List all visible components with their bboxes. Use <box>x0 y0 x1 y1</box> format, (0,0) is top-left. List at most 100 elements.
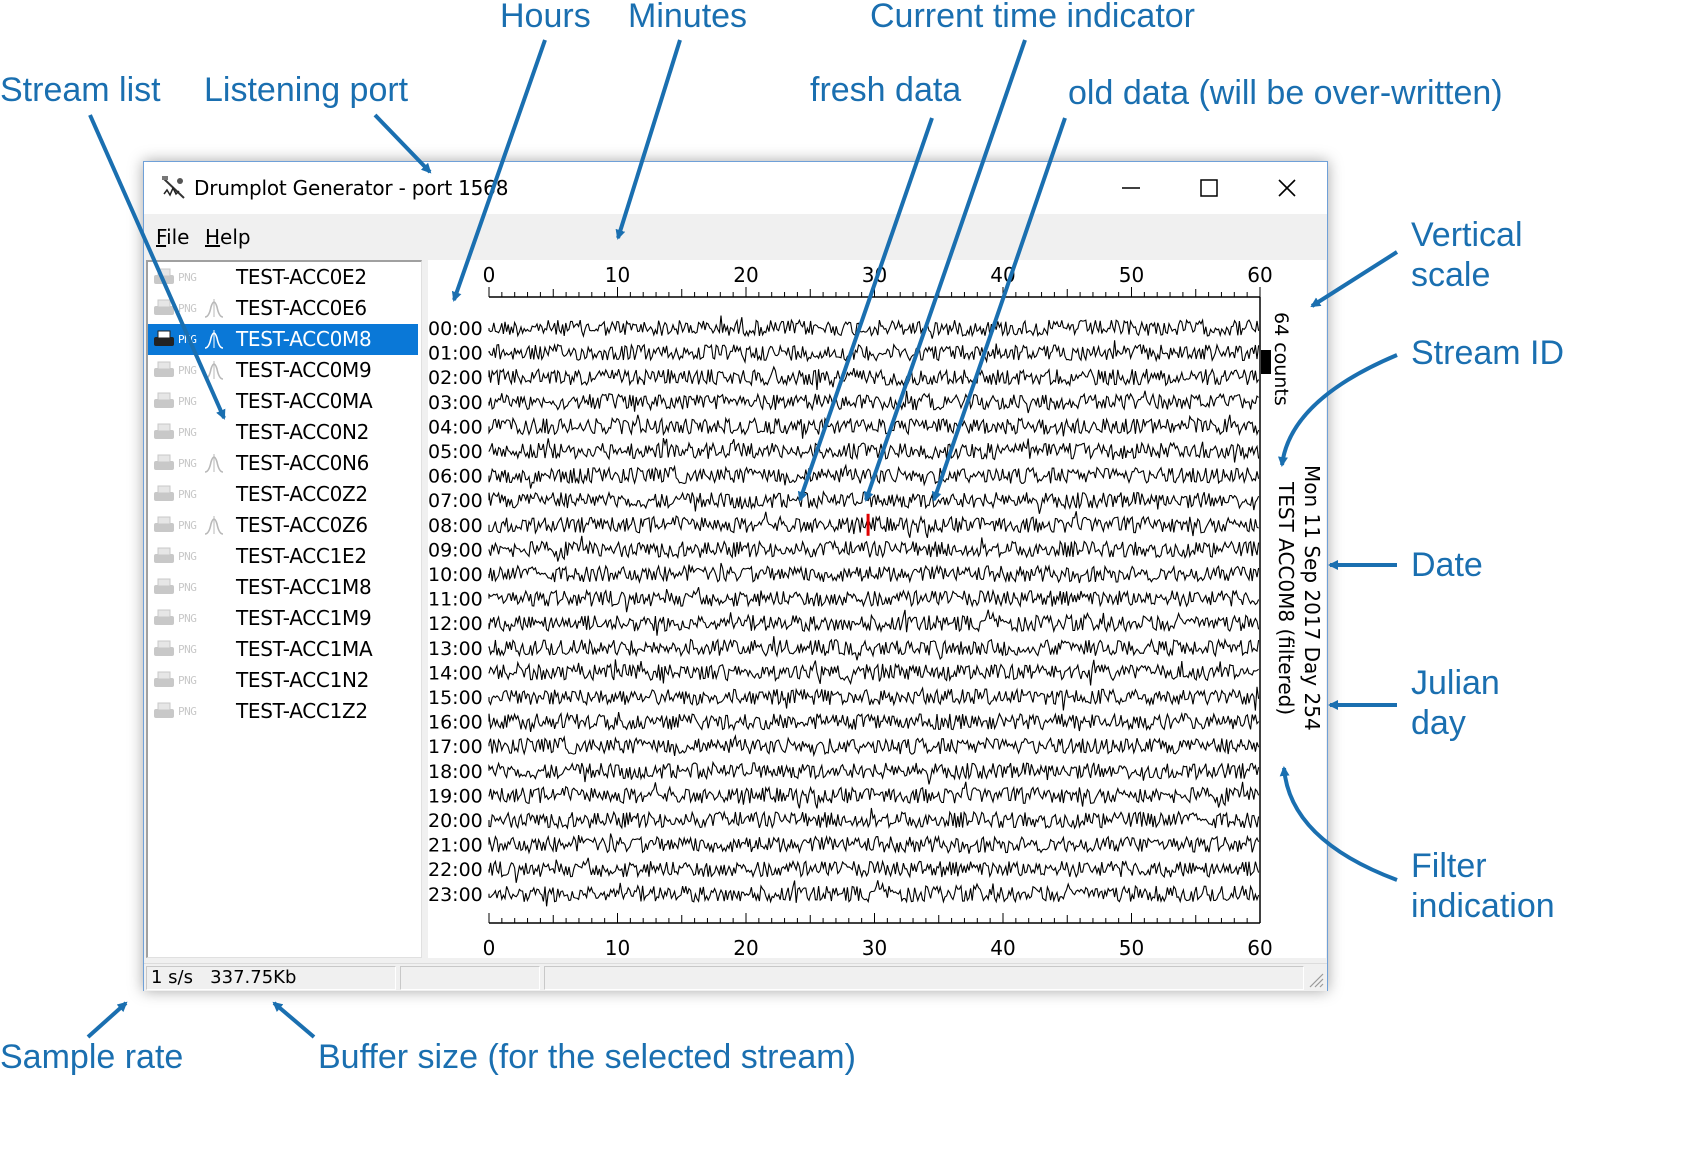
seismic-trace <box>488 857 1260 883</box>
stream-name: TEST-ACC0MA <box>236 389 373 413</box>
resize-grip-icon[interactable] <box>1306 970 1324 988</box>
stream-item[interactable]: PNG TEST-ACC0M8 <box>148 324 418 355</box>
minimize-icon <box>1122 187 1140 189</box>
window-title: Drumplot Generator - port 1568 <box>194 176 509 200</box>
stream-name: TEST-ACC0N6 <box>236 451 370 475</box>
arrow-sample-rate <box>86 1001 128 1039</box>
stream-list[interactable]: PNG TEST-ACC0E2 PNG TEST-ACC0E6 PNG TEST-ACC0… <box>146 260 422 958</box>
hour-label: 09:00 <box>428 539 483 561</box>
png-label: PNG <box>178 581 197 594</box>
hour-label: 21:00 <box>428 835 483 857</box>
drumplot-chart: 0 0 10 10 20 20 30 30 40 40 50 50 60 60 00:00 01:0002:0… <box>428 263 1324 958</box>
drumplot-app-icon <box>162 176 185 199</box>
stream-name: TEST-ACC1M8 <box>236 575 372 599</box>
menu-help[interactable]: Help <box>205 225 251 249</box>
stream-item[interactable]: PNG TEST-ACC1M8 <box>148 572 418 603</box>
png-label: PNG <box>178 612 197 625</box>
stream-item[interactable]: PNG TEST-ACC0M9 <box>148 355 418 386</box>
stream-id-label: TEST ACC0M8 (filtered) <box>1274 481 1298 715</box>
annotation-fresh-data: fresh data <box>810 71 962 109</box>
stream-item[interactable]: PNG TEST-ACC0N6 <box>148 448 418 479</box>
stream-item[interactable]: PNG TEST-ACC0Z6 <box>148 510 418 541</box>
hour-label: 20:00 <box>428 810 483 832</box>
stream-item[interactable]: PNG TEST-ACC0Z2 <box>148 479 418 510</box>
bottom-tick-label: 40 <box>990 936 1015 958</box>
png-label: PNG <box>178 674 197 687</box>
png-label: PNG <box>178 457 197 470</box>
png-label: PNG <box>178 643 197 656</box>
hour-label: 22:00 <box>428 859 483 881</box>
stream-name: TEST-ACC1M9 <box>236 606 372 630</box>
hour-label: 14:00 <box>428 662 483 684</box>
stream-name: TEST-ACC1Z2 <box>236 699 368 723</box>
maximize-button[interactable] <box>1170 162 1248 214</box>
seismic-trace <box>488 463 1260 489</box>
stream-item[interactable]: PNG TEST-ACC1Z2 <box>148 696 418 727</box>
seismic-trace <box>488 390 1259 414</box>
seismic-trace <box>488 609 1260 636</box>
top-tick-label: 40 <box>990 263 1015 287</box>
close-button[interactable] <box>1248 162 1326 214</box>
printer-icon <box>154 268 174 284</box>
annotation-stream-id: Stream ID <box>1411 334 1565 372</box>
seismic-trace <box>488 880 1260 907</box>
seismic-trace <box>488 511 1259 538</box>
menu-bar: File Help <box>144 214 1327 258</box>
png-label: PNG <box>178 705 197 718</box>
hour-label: 15:00 <box>428 687 483 709</box>
filter-icon <box>204 330 224 349</box>
close-icon <box>1278 179 1296 197</box>
printer-icon <box>154 609 174 625</box>
stream-name: TEST-ACC1N2 <box>236 668 370 692</box>
title-bar[interactable]: Drumplot Generator - port 1568 <box>144 162 1327 214</box>
printer-icon <box>154 578 174 594</box>
bottom-tick-label: 60 <box>1247 936 1272 958</box>
client-area: PNG TEST-ACC0E2 PNG TEST-ACC0E6 PNG TEST-ACC0… <box>144 258 1327 963</box>
stream-item[interactable]: PNG TEST-ACC1E2 <box>148 541 418 572</box>
seismic-trace <box>488 562 1260 584</box>
stream-name: TEST-ACC1E2 <box>236 544 367 568</box>
seismic-trace <box>488 686 1260 711</box>
printer-icon <box>154 392 174 408</box>
printer-icon <box>154 299 174 315</box>
stream-item[interactable]: PNG TEST-ACC0N2 <box>148 417 418 448</box>
seismic-trace <box>488 587 1260 613</box>
hour-label: 10:00 <box>428 564 483 586</box>
printer-icon <box>154 671 174 687</box>
hour-label: 13:00 <box>428 638 483 660</box>
bottom-tick-label: 50 <box>1119 936 1144 958</box>
minimize-button[interactable] <box>1092 162 1170 214</box>
hour-label: 05:00 <box>428 441 483 463</box>
stream-item[interactable]: PNG TEST-ACC1M9 <box>148 603 418 634</box>
stream-item[interactable]: PNG TEST-ACC1N2 <box>148 665 418 696</box>
stream-item[interactable]: PNG TEST-ACC1MA <box>148 634 418 665</box>
annotation-filter-2: indication <box>1411 887 1555 925</box>
png-label: PNG <box>178 364 197 377</box>
stream-name: TEST-ACC0E2 <box>236 265 367 289</box>
seismic-trace <box>488 781 1260 809</box>
stream-item[interactable]: PNG TEST-ACC0E2 <box>148 262 418 293</box>
printer-icon <box>154 547 174 563</box>
png-label: PNG <box>178 426 197 439</box>
top-tick-label: 60 <box>1247 263 1272 287</box>
seismic-trace <box>488 437 1260 463</box>
stream-item[interactable]: PNG TEST-ACC0MA <box>148 386 418 417</box>
annotation-old-data: old data (will be over-written) <box>1068 74 1503 112</box>
drumplot-panel: 0 0 10 10 20 20 30 30 40 40 50 50 60 60 00:00 01:00 02:0… <box>428 260 1326 958</box>
hour-label: 08:00 <box>428 515 483 537</box>
menu-file[interactable]: File <box>156 225 189 249</box>
printer-icon <box>154 516 174 532</box>
annotation-minutes: Minutes <box>628 0 748 35</box>
top-tick-label: 30 <box>862 263 887 287</box>
top-tick-label: 0 <box>483 263 496 287</box>
annotation-stream-list: Stream list <box>0 71 161 109</box>
stream-item[interactable]: PNG TEST-ACC0E6 <box>148 293 418 324</box>
annotation-vertical-scale-2: scale <box>1411 256 1491 294</box>
hour-label: 00:00 <box>428 318 483 340</box>
seismic-trace <box>488 760 1260 785</box>
hour-label: 12:00 <box>428 613 483 635</box>
annotation-hours: Hours <box>500 0 591 35</box>
stream-name: TEST-ACC0E6 <box>236 296 367 320</box>
hour-label: 06:00 <box>428 466 483 488</box>
printer-icon <box>154 330 174 346</box>
